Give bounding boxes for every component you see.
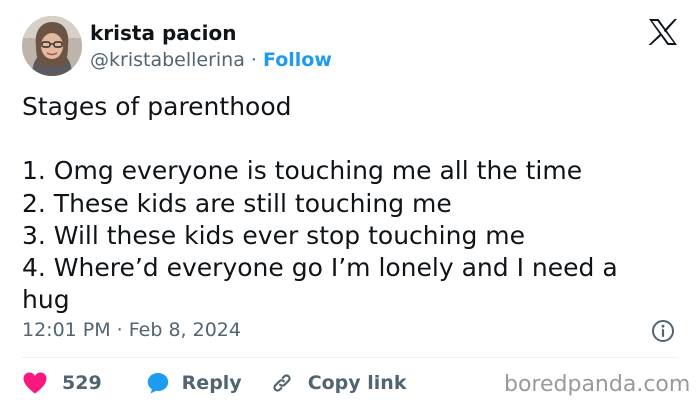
author-handle[interactable]: @kristabellerina bbox=[90, 49, 245, 71]
heart-icon bbox=[23, 372, 47, 394]
tweet-line: 4. Where’d everyone go I’m lonely and I … bbox=[22, 253, 618, 282]
author-display-name[interactable]: krista pacion bbox=[90, 20, 236, 46]
follow-button[interactable]: Follow bbox=[263, 49, 332, 71]
reply-label: Reply bbox=[181, 372, 242, 394]
link-icon bbox=[273, 374, 291, 392]
handle-separator: · bbox=[244, 49, 263, 71]
like-button[interactable]: 529 bbox=[22, 371, 102, 395]
like-count: 529 bbox=[62, 372, 102, 394]
action-bar: 529 Reply Copy link bbox=[22, 368, 406, 398]
copy-link-button[interactable]: Copy link bbox=[270, 371, 407, 395]
tweet-line: 1. Omg everyone is touching me all the t… bbox=[22, 156, 583, 186]
copy-link-label: Copy link bbox=[307, 372, 407, 394]
divider bbox=[22, 357, 678, 358]
tweet-line: 3. Will these kids ever stop touching me bbox=[22, 220, 525, 250]
author-handle-row: @kristabellerina · Follow bbox=[90, 47, 332, 73]
avatar-photo bbox=[22, 16, 82, 76]
tweet-timestamp[interactable]: 12:01 PM · Feb 8, 2024 bbox=[22, 317, 241, 343]
tweet-line: 2. These kids are still touching me bbox=[22, 188, 452, 218]
watermark: boredpanda.com bbox=[504, 372, 691, 397]
tweet-heading: Stages of parenthood bbox=[22, 92, 292, 121]
tweet-text: Stages of parenthood 1. Omg everyone is … bbox=[22, 91, 672, 316]
reply-button[interactable]: Reply bbox=[146, 371, 242, 395]
speech-bubble-icon bbox=[147, 373, 168, 394]
info-icon[interactable] bbox=[651, 319, 675, 343]
x-logo-icon[interactable] bbox=[648, 18, 678, 46]
avatar[interactable] bbox=[22, 16, 82, 76]
tweet-line: hug bbox=[22, 285, 70, 315]
